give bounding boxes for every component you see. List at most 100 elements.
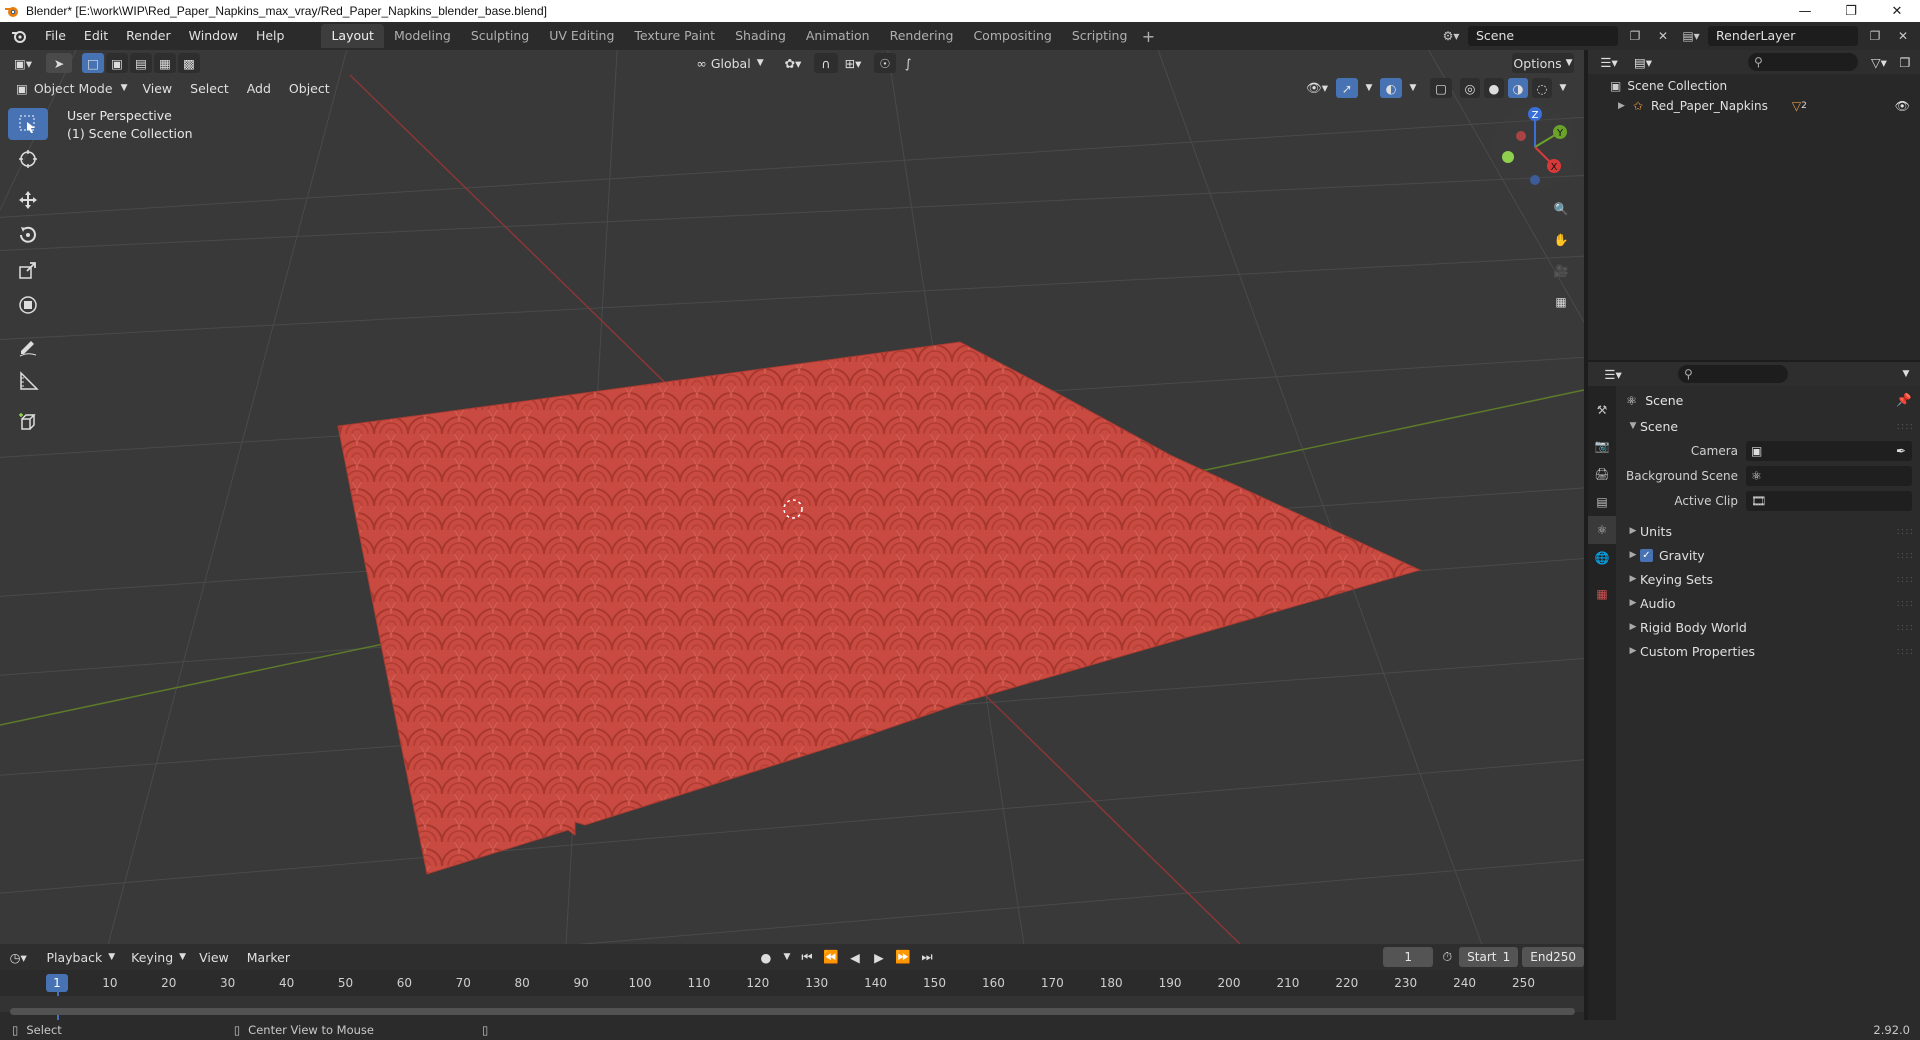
shading-wireframe-icon[interactable]: ◎ [1460, 78, 1480, 98]
timeline-scrollbar[interactable] [10, 1008, 1575, 1015]
new-collection-icon[interactable]: ❐ [1894, 52, 1916, 72]
timeline-editor-type-icon[interactable]: ◷▾ [6, 947, 30, 967]
select-intersect-icon[interactable]: ▩ [178, 53, 200, 73]
tab-shading[interactable]: Shading [725, 24, 796, 48]
snap-icon[interactable]: ∩ [814, 53, 838, 73]
view-layer-field[interactable]: RenderLayer [1708, 26, 1858, 46]
tab-texture-paint[interactable]: Texture Paint [624, 24, 725, 48]
shading-rendered-icon[interactable]: ◌ [1532, 78, 1552, 98]
editor-type-icon[interactable]: ▣▾ [6, 53, 40, 73]
transform-orientation-dropdown[interactable]: ∞ Global ▼ [690, 53, 770, 73]
playback-dropdown[interactable]: Playback ▼ [42, 947, 119, 967]
tab-modeling[interactable]: Modeling [384, 24, 461, 48]
gravity-checkbox[interactable]: ✓ [1640, 548, 1653, 562]
menu-help[interactable]: Help [247, 24, 294, 48]
camera-view-icon[interactable]: 🎥 [1548, 258, 1574, 284]
play-icon[interactable]: ▶ [869, 947, 889, 967]
zoom-icon[interactable]: 🔍 [1548, 196, 1574, 222]
tab-scripting[interactable]: Scripting [1062, 24, 1138, 48]
3d-viewport[interactable]: ▣▾ ➤ □ ▣ ▤ ▦ ▩ ∞ Global ▼ ✿▾ ∩ ⊞▾ ☉ ∫ Op… [0, 50, 1584, 944]
drag-handle-icon[interactable]: :::: [1897, 646, 1914, 657]
start-frame-field[interactable]: Start 1 [1459, 947, 1519, 967]
drag-handle-icon[interactable]: :::: [1897, 421, 1914, 432]
preview-range-icon[interactable]: ⏱ [1439, 947, 1455, 967]
view-layer-tab-icon[interactable]: ▤ [1588, 488, 1616, 516]
drag-handle-icon[interactable]: :::: [1897, 574, 1914, 585]
scene-selector-icon[interactable]: ⚙▾ [1440, 26, 1462, 46]
timeline-ruler[interactable]: 1 10 20 30 40 50 60 70 80 90 100 110 120 130 140 150 160… [0, 972, 1584, 1022]
tab-uv-editing[interactable]: UV Editing [539, 24, 624, 48]
proportional-edit-icon[interactable]: ☉ [874, 53, 896, 73]
drag-handle-icon[interactable]: :::: [1897, 550, 1914, 561]
overlay-dropdown-icon[interactable]: ▼ [1406, 78, 1420, 98]
select-invert-icon[interactable]: ▦ [154, 53, 176, 73]
texture-properties-tab-icon[interactable]: ▦ [1588, 580, 1616, 608]
outliner-editor-type-icon[interactable]: ☰▾ [1594, 52, 1624, 72]
viewport-menu-add[interactable]: Add [238, 81, 280, 96]
tab-animation[interactable]: Animation [796, 24, 880, 48]
select-box-tool[interactable] [8, 108, 48, 140]
object-mode-dropdown[interactable]: ▣ Object Mode ▼ [10, 78, 133, 98]
add-workspace-button[interactable]: + [1137, 27, 1159, 46]
background-scene-field[interactable]: ⚛ [1746, 465, 1912, 486]
drag-handle-icon[interactable]: :::: [1897, 598, 1914, 609]
camera-field[interactable]: ▣ ✒ [1746, 440, 1912, 461]
render-properties-tab-icon[interactable]: 📷 [1588, 432, 1616, 460]
new-view-layer-icon[interactable]: ❐ [1864, 26, 1886, 46]
delete-scene-icon[interactable]: ✕ [1652, 26, 1674, 46]
restore-button[interactable]: ❐ [1828, 0, 1874, 22]
delete-view-layer-icon[interactable]: ✕ [1892, 26, 1914, 46]
menu-render[interactable]: Render [117, 24, 180, 48]
units-panel-header[interactable]: ▶ Units :::: [1618, 519, 1920, 543]
menu-file[interactable]: File [36, 24, 75, 48]
viewport-menu-view[interactable]: View [133, 81, 181, 96]
select-extend-icon[interactable]: ▣ [106, 53, 128, 73]
record-dropdown-icon[interactable]: ▼ [781, 947, 793, 967]
shading-material-icon[interactable]: ◑ [1508, 78, 1528, 98]
expand-arrow-icon[interactable]: ▶ [1618, 101, 1625, 111]
falloff-icon[interactable]: ∫ [896, 53, 920, 73]
properties-editor-type-icon[interactable]: ☰▾ [1598, 364, 1628, 384]
navigation-gizmo[interactable]: Z Y X [1490, 102, 1580, 192]
snap-target-icon[interactable]: ⊞▾ [838, 53, 868, 73]
drag-handle-icon[interactable]: :::: [1897, 526, 1914, 537]
current-frame-field[interactable]: 1 [1382, 947, 1434, 967]
rigid-body-world-panel-header[interactable]: ▶ Rigid Body World :::: [1618, 615, 1920, 639]
add-cube-tool[interactable] [8, 406, 48, 438]
properties-search-input[interactable]: ⚲ [1678, 365, 1788, 383]
transform-tool[interactable] [8, 289, 48, 321]
outliner-search-input[interactable]: ⚲ [1748, 53, 1858, 71]
select-tool-icon[interactable]: ➤ [46, 53, 72, 73]
cursor-tool[interactable] [8, 143, 48, 175]
pivot-point-icon[interactable]: ✿▾ [778, 53, 808, 73]
view-layer-selector-icon[interactable]: ▤▾ [1680, 26, 1702, 46]
custom-properties-panel-header[interactable]: ▶ Custom Properties :::: [1618, 639, 1920, 663]
properties-options-icon[interactable]: ▼ [1896, 364, 1916, 384]
record-icon[interactable]: ● [755, 947, 777, 967]
pin-icon[interactable]: 📌 [1896, 392, 1912, 408]
gizmo-dropdown-icon[interactable]: ▼ [1362, 78, 1376, 98]
tab-sculpting[interactable]: Sculpting [461, 24, 539, 48]
keying-sets-panel-header[interactable]: ▶ Keying Sets :::: [1618, 567, 1920, 591]
options-dropdown[interactable]: Options ▼ [1512, 53, 1574, 73]
scene-name-field[interactable]: Scene [1468, 26, 1618, 46]
select-subtract-icon[interactable]: ▤ [130, 53, 152, 73]
close-button[interactable]: ✕ [1874, 0, 1920, 22]
perspective-toggle-icon[interactable]: ▦ [1548, 289, 1574, 315]
menu-edit[interactable]: Edit [75, 24, 117, 48]
tab-rendering[interactable]: Rendering [880, 24, 964, 48]
jump-end-icon[interactable]: ⏭ [917, 947, 937, 967]
measure-tool[interactable] [8, 365, 48, 397]
overlay-toggle-icon[interactable]: ◐ [1380, 78, 1402, 98]
viewport-menu-object[interactable]: Object [280, 81, 339, 96]
gizmo-toggle-icon[interactable]: ➚ [1336, 78, 1358, 98]
blender-menu-icon[interactable] [8, 25, 30, 47]
rotate-tool[interactable] [8, 219, 48, 251]
filter-icon[interactable]: ▽▾ [1864, 52, 1894, 72]
active-clip-field[interactable]: 🎞 [1746, 490, 1912, 511]
jump-start-icon[interactable]: ⏮ [797, 947, 817, 967]
timeline-menu-marker[interactable]: Marker [238, 950, 299, 965]
prev-keyframe-icon[interactable]: ⏪ [821, 947, 841, 967]
annotate-tool[interactable] [8, 330, 48, 362]
timeline-menu-view[interactable]: View [190, 950, 238, 965]
